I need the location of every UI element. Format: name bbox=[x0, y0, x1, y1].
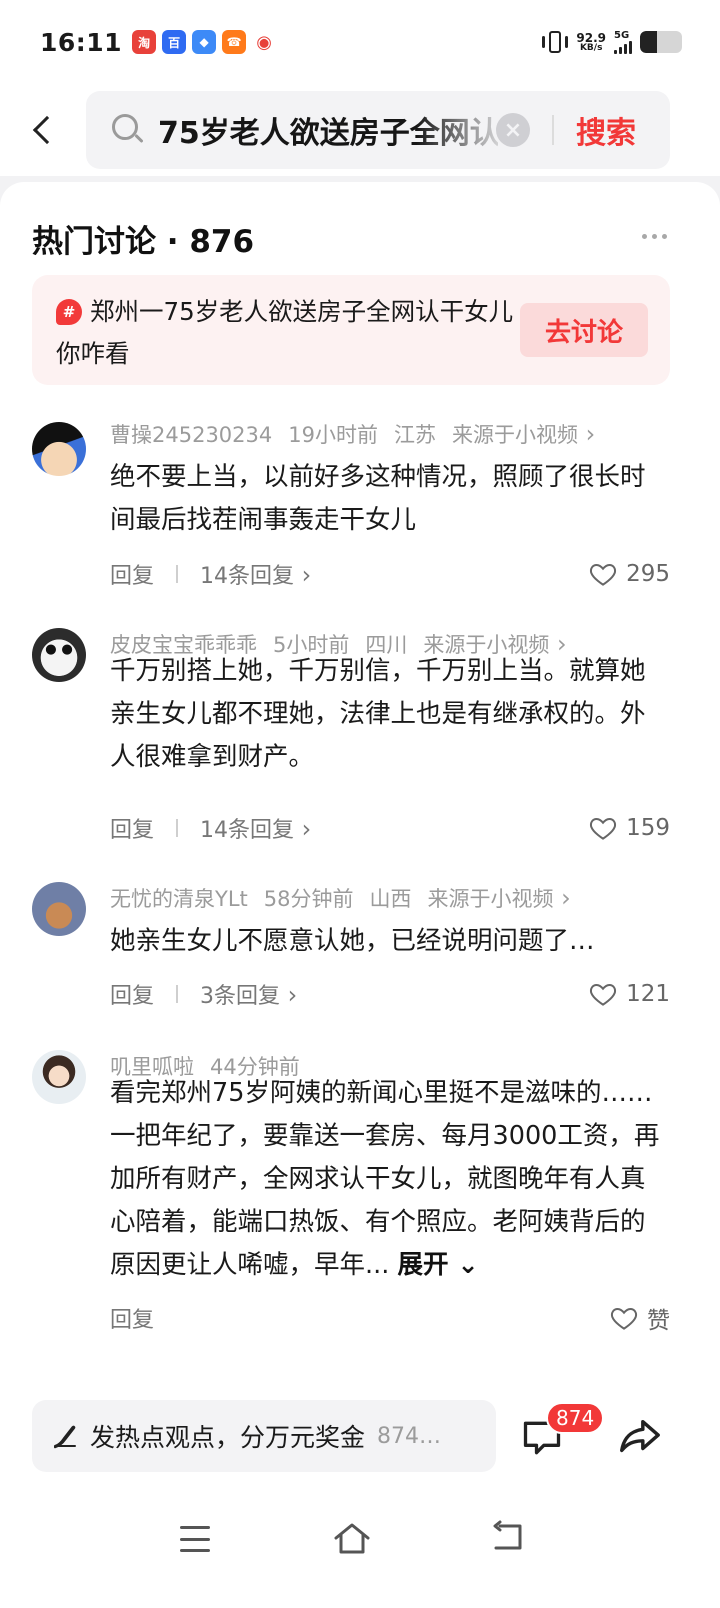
comment-text-content: 看完郑州75岁阿姨的新闻心里挺不是滋味的……一把年纪了，要靠送一套房、每月300… bbox=[110, 1078, 660, 1280]
battery-icon bbox=[640, 31, 682, 53]
nav-back-icon[interactable] bbox=[490, 1520, 526, 1556]
reply-button[interactable]: 回复 bbox=[110, 1302, 154, 1334]
like-button[interactable]: 159 bbox=[588, 810, 670, 846]
app-notification-icon: 百 bbox=[162, 30, 187, 54]
notification-apps: 淘 百 ◆ ☎ ◉ bbox=[132, 30, 277, 54]
like-label: 赞 bbox=[647, 1308, 670, 1334]
comment-actions: 回复 3条回复 bbox=[110, 976, 670, 1012]
heart-icon bbox=[610, 1307, 638, 1330]
comment-source[interactable]: 来源于小视频 bbox=[428, 883, 571, 913]
signal-icon: 5G bbox=[614, 30, 632, 54]
divider bbox=[176, 819, 179, 837]
search-button[interactable]: 搜索 bbox=[576, 91, 636, 169]
heart-icon bbox=[590, 817, 617, 840]
search-header: 75岁老人欲送房子全网认 × 搜索 bbox=[0, 84, 720, 176]
system-nav-bar bbox=[0, 1490, 720, 1608]
divider bbox=[176, 985, 179, 1003]
clear-icon[interactable]: × bbox=[496, 113, 530, 147]
comment-author[interactable]: 曹操245230234 bbox=[110, 419, 272, 449]
home-icon[interactable] bbox=[332, 1520, 372, 1556]
heart-icon bbox=[590, 983, 617, 1006]
heart-icon bbox=[590, 563, 617, 586]
network-speed: 92.9 KB/s bbox=[576, 30, 606, 53]
reply-button[interactable]: 回复 bbox=[110, 558, 154, 590]
status-bar: 16:11 淘 百 ◆ ☎ ◉ 92.9 KB/s 5G bbox=[0, 0, 720, 84]
comment-time: 58分钟前 bbox=[263, 887, 354, 911]
like-count: 159 bbox=[626, 815, 670, 841]
comment-text[interactable]: 千万别搭上她，千万别信，千万别上当。就算她亲生女儿都不理她，法律上也是有继承权的… bbox=[110, 650, 670, 779]
search-input[interactable]: 75岁老人欲送房子全网认 × 搜索 bbox=[86, 91, 670, 169]
status-time: 16:11 bbox=[40, 27, 123, 57]
topic-text[interactable]: 郑州一75岁老人欲送房子全网认干女儿你咋看 bbox=[56, 291, 516, 375]
search-query[interactable]: 75岁老人欲送房子全网认 bbox=[158, 108, 498, 152]
app-notification-icon: ◆ bbox=[192, 30, 217, 54]
expand-button[interactable]: 展开 ⌄ bbox=[397, 1250, 478, 1280]
replies-link[interactable]: 14条回复 bbox=[200, 558, 311, 590]
app-notification-icon: ☎ bbox=[222, 30, 247, 54]
pen-icon bbox=[54, 1425, 76, 1449]
comment-text[interactable]: 看完郑州75岁阿姨的新闻心里挺不是滋味的……一把年纪了，要靠送一套房、每月300… bbox=[110, 1072, 666, 1287]
comment-author[interactable]: 无忧的清泉YLt bbox=[110, 883, 248, 913]
comment-time: 19小时前 bbox=[288, 423, 378, 447]
like-button[interactable]: 295 bbox=[588, 556, 670, 592]
like-button[interactable]: 赞 bbox=[609, 1300, 670, 1336]
topic-banner[interactable]: # 郑州一75岁老人欲送房子全网认干女儿你咋看 去讨论 bbox=[32, 275, 670, 385]
comment-text[interactable]: 绝不要上当，以前好多这种情况，照顾了很长时间最后找茬闹事轰走干女儿 bbox=[110, 456, 670, 542]
like-count: 295 bbox=[626, 561, 670, 587]
avatar[interactable] bbox=[32, 1050, 86, 1104]
bottom-bar: 发热点观点，分万元奖金 874… 874 bbox=[0, 1390, 720, 1490]
post-count: 874… bbox=[377, 1423, 442, 1449]
comment-location: 山西 bbox=[369, 887, 412, 911]
comment-actions: 回复 14条回复 bbox=[110, 556, 670, 592]
replies-link[interactable]: 14条回复 bbox=[200, 812, 311, 844]
share-icon[interactable] bbox=[616, 1414, 662, 1460]
section-title: 热门讨论 · 876 bbox=[32, 224, 255, 260]
replies-link[interactable]: 3条回复 bbox=[200, 978, 297, 1010]
divider bbox=[176, 565, 179, 583]
vibrate-icon bbox=[542, 30, 569, 54]
reply-button[interactable]: 回复 bbox=[110, 978, 154, 1010]
post-opinion-input[interactable]: 发热点观点，分万元奖金 874… bbox=[32, 1400, 496, 1472]
like-button[interactable]: 121 bbox=[588, 976, 670, 1012]
comment-actions: 回复 14条回复 bbox=[110, 810, 670, 846]
post-placeholder: 发热点观点，分万元奖金 bbox=[90, 1423, 366, 1452]
app-notification-icon: 淘 bbox=[132, 30, 157, 54]
like-count: 121 bbox=[626, 981, 670, 1007]
more-icon[interactable] bbox=[642, 234, 667, 239]
discuss-button[interactable]: 去讨论 bbox=[520, 303, 648, 357]
reply-button[interactable]: 回复 bbox=[110, 812, 154, 844]
comment-location: 江苏 bbox=[393, 423, 436, 447]
avatar[interactable] bbox=[32, 422, 86, 476]
comment-meta: 曹操245230234 19小时前 江苏 来源于小视频 bbox=[110, 418, 595, 450]
menu-icon[interactable] bbox=[180, 1526, 210, 1552]
comment-actions: 回复 bbox=[110, 1300, 670, 1336]
comment-text[interactable]: 她亲生女儿不愿意认她，已经说明问题了… bbox=[110, 920, 670, 963]
comment-source[interactable]: 来源于小视频 bbox=[452, 419, 595, 449]
back-icon[interactable] bbox=[0, 84, 86, 176]
divider bbox=[552, 115, 554, 145]
comment-count-badge: 874 bbox=[546, 1402, 605, 1434]
search-icon bbox=[112, 114, 144, 146]
app-notification-icon: ◉ bbox=[252, 30, 277, 54]
comment-meta: 无忧的清泉YLt 58分钟前 山西 来源于小视频 bbox=[110, 882, 571, 914]
avatar[interactable] bbox=[32, 628, 86, 682]
avatar[interactable] bbox=[32, 882, 86, 936]
